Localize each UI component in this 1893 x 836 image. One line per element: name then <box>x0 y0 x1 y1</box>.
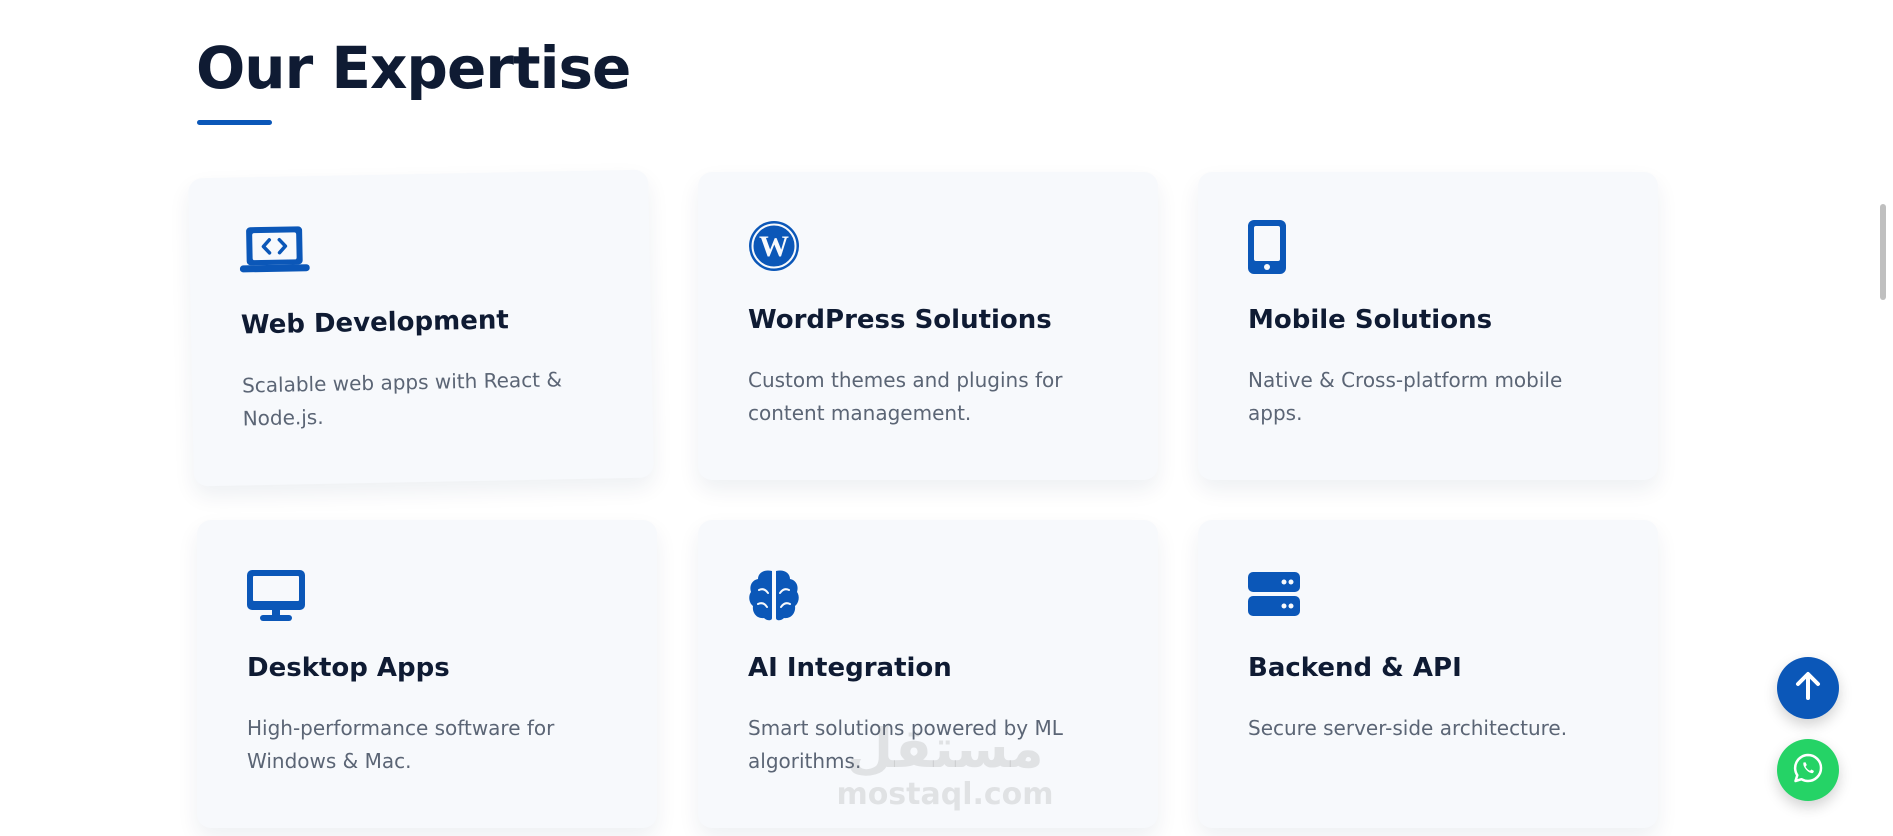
server-icon <box>1248 572 1318 628</box>
desktop-monitor-icon <box>247 570 317 626</box>
svg-text:W: W <box>759 230 789 263</box>
mobile-phone-icon <box>1248 220 1318 276</box>
card-description: Custom themes and plugins for content ma… <box>748 368 1063 425</box>
card-title: Mobile Solutions <box>1248 305 1493 335</box>
card-description: Scalable web apps with React & Node.js. <box>241 367 563 431</box>
card-title: WordPress Solutions <box>748 305 1052 335</box>
page-scrollbar-thumb[interactable] <box>1880 204 1886 300</box>
card-description: High-performance software for Windows & … <box>247 716 555 773</box>
card-title: Backend & API <box>1248 653 1462 683</box>
whatsapp-icon <box>1792 752 1824 788</box>
watermark-arabic: مستقل <box>846 717 1044 780</box>
card-title: Desktop Apps <box>247 653 450 683</box>
whatsapp-button[interactable] <box>1777 739 1839 801</box>
watermark: مستقل mostaql.com <box>830 720 1060 812</box>
title-underline <box>197 120 272 125</box>
card-title: Web Development <box>240 305 510 341</box>
card-wordpress-solutions[interactable]: W WordPress Solutions Custom themes and … <box>698 172 1158 480</box>
watermark-latin: mostaql.com <box>836 777 1054 812</box>
card-backend-api[interactable]: Backend & API Secure server-side archite… <box>1198 520 1658 828</box>
card-title: AI Integration <box>748 653 952 683</box>
code-laptop-icon <box>239 224 310 281</box>
section-title: Our Expertise <box>196 34 631 102</box>
card-web-development[interactable]: Web Development Scalable web apps with R… <box>188 169 654 487</box>
card-desktop-apps[interactable]: Desktop Apps High-performance software f… <box>197 520 657 828</box>
brain-icon <box>748 568 818 624</box>
wordpress-icon: W <box>748 220 818 276</box>
expertise-page: Our Expertise Web Development Scalable w… <box>0 0 1893 836</box>
card-description: Secure server-side architecture. <box>1248 716 1568 740</box>
arrow-up-icon <box>1794 671 1822 705</box>
scroll-to-top-button[interactable] <box>1777 657 1839 719</box>
card-mobile-solutions[interactable]: Mobile Solutions Native & Cross-platform… <box>1198 172 1658 480</box>
card-description: Native & Cross-platform mobile apps. <box>1248 368 1563 425</box>
